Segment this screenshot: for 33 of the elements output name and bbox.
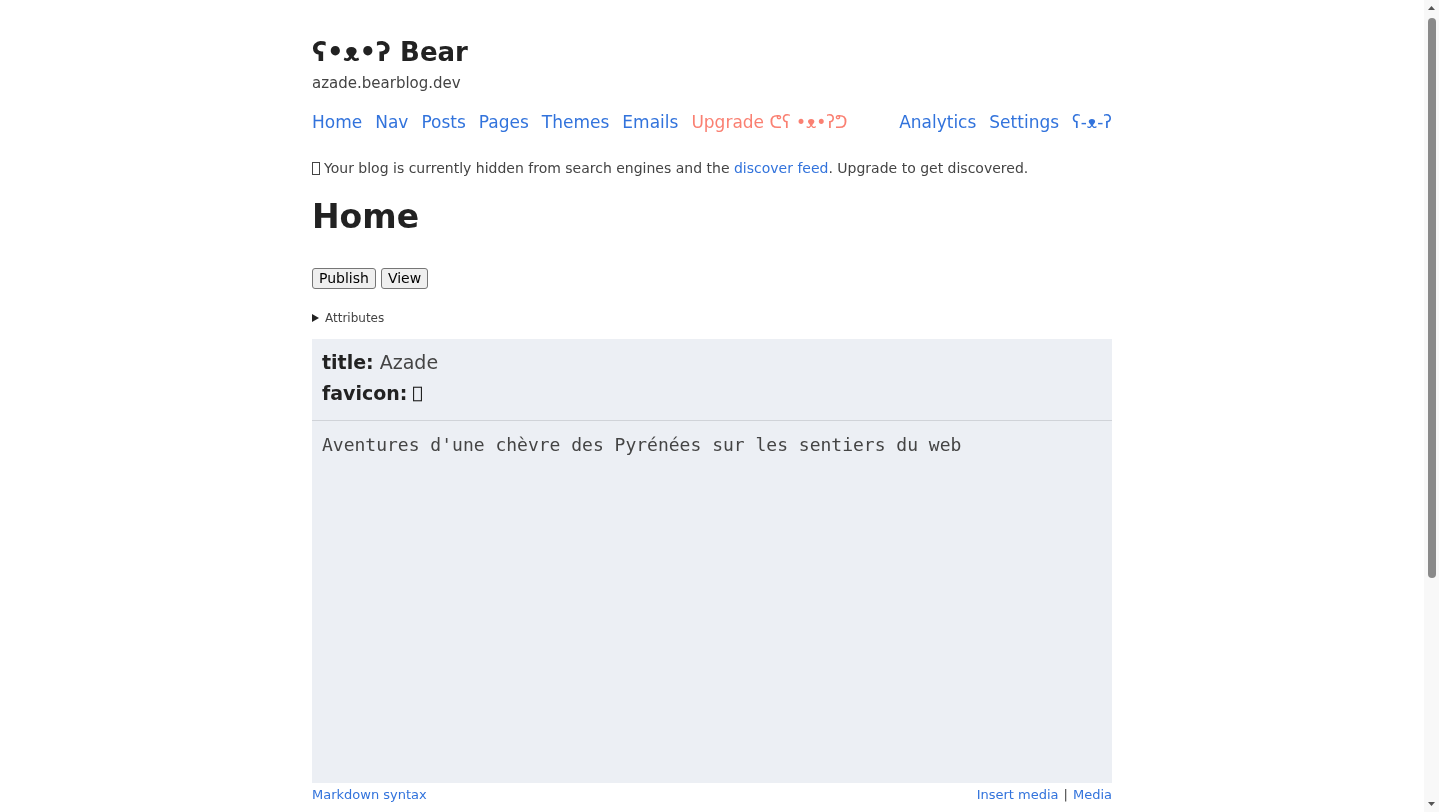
header-editor-field[interactable]: title: Azade favicon: [312,339,1112,421]
separator-text: | [1063,787,1068,803]
scrollbar[interactable] [1424,0,1439,812]
scrollbar-thumb[interactable] [1427,18,1436,578]
discover-feed-link[interactable]: discover feed [733,160,829,176]
site-address: azade.bearblog.dev [312,74,461,92]
rectangle-icon [312,161,320,175]
upgrade-link[interactable]: Upgrade ᕦʕ •ᴥ•ʔᕤ [691,112,848,132]
content-editor-field[interactable]: Aventures d'une chèvre des Pyrénées sur les sentiers du web [312,421,1112,783]
nav-link[interactable]: Home [312,112,363,132]
page-heading: Home [312,196,420,237]
media-link[interactable]: Media [1072,787,1112,803]
site-title: ʕ•ᴥ•ʔ Bear [312,37,468,68]
nav-link[interactable]: Analytics [899,112,977,132]
nav-link[interactable]: Posts [421,112,466,132]
disclosure-triangle-icon[interactable] [312,314,319,322]
nav-link[interactable]: Nav [375,112,409,132]
rectangle-icon [413,385,423,402]
nav-link[interactable]: ʕ-ᴥ-ʔ [1072,112,1112,132]
action-button[interactable]: View [380,268,429,289]
scroll-up-arrow-icon[interactable] [1428,6,1435,10]
nav-link[interactable]: Pages [478,112,529,132]
attribute-line: title: Azade [322,350,439,375]
media-link[interactable]: Insert media [976,787,1059,803]
notice-text: Your blog is currently hidden from search engines and the discover feed. Upgrade to get discovered. [324,159,1029,177]
markdown-syntax-link[interactable]: Markdown syntax [312,787,427,803]
action-button[interactable]: Publish [312,268,376,289]
attributes-toggle[interactable]: Attributes [325,310,385,326]
attribute-line: favicon: [322,381,408,406]
nav-link[interactable]: Themes [541,112,610,132]
scroll-down-arrow-icon[interactable] [1428,802,1435,806]
nav-link[interactable]: Emails [622,112,679,132]
nav-link[interactable]: Settings [989,112,1060,132]
